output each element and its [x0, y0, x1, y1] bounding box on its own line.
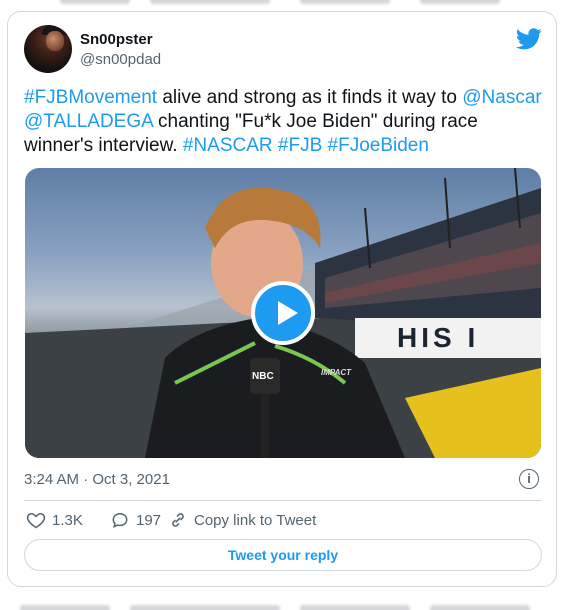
reply-button[interactable]: 197	[110, 510, 161, 530]
reply-bubble-icon	[112, 512, 128, 528]
hashtag-link[interactable]: #FJBMovement	[24, 87, 157, 108]
like-count: 1.3K	[52, 511, 83, 529]
like-button[interactable]: 1.3K	[26, 510, 83, 530]
display-name[interactable]: Sn00pster	[80, 31, 153, 48]
reply-count: 197	[136, 511, 162, 529]
heart-icon	[26, 512, 46, 529]
mic-label: NBC	[252, 371, 274, 382]
tweet-card: Sn00pster @sn00pdad #FJBMovement alive a…	[7, 11, 557, 587]
link-icon	[172, 513, 184, 527]
cropped-text-top	[0, 0, 564, 8]
video-thumbnail[interactable]: HIS I NBC IMPACT	[25, 168, 541, 458]
mention-link[interactable]: @Nascar	[462, 87, 541, 108]
copy-link-label: Copy link to Tweet	[194, 511, 317, 529]
tweet-text: #FJBMovement alive and strong as it find…	[24, 86, 544, 158]
hashtag-link[interactable]: #FJB	[278, 135, 322, 156]
copy-link-button[interactable]: Copy link to Tweet	[168, 510, 316, 530]
tweet-timestamp[interactable]: 3:24 AM · Oct 3, 2021	[24, 471, 170, 488]
info-icon[interactable]: i	[519, 469, 539, 489]
divider	[24, 500, 542, 501]
user-handle[interactable]: @sn00pdad	[80, 51, 161, 68]
tweet-text-segment: alive and strong as it finds it way to	[157, 87, 463, 108]
mention-link[interactable]: @TALLADEGA	[24, 111, 153, 132]
sponsor-text: IMPACT	[321, 368, 352, 377]
hashtag-link[interactable]: #NASCAR	[183, 135, 273, 156]
avatar[interactable]	[24, 25, 72, 73]
cropped-text-bottom	[0, 601, 564, 610]
twitter-bird-icon[interactable]	[516, 28, 542, 50]
banner-text: HIS I	[397, 322, 480, 353]
hashtag-link[interactable]: #FJoeBiden	[328, 135, 429, 156]
play-icon[interactable]	[251, 281, 315, 345]
tweet-your-reply-button[interactable]: Tweet your reply	[24, 539, 542, 571]
